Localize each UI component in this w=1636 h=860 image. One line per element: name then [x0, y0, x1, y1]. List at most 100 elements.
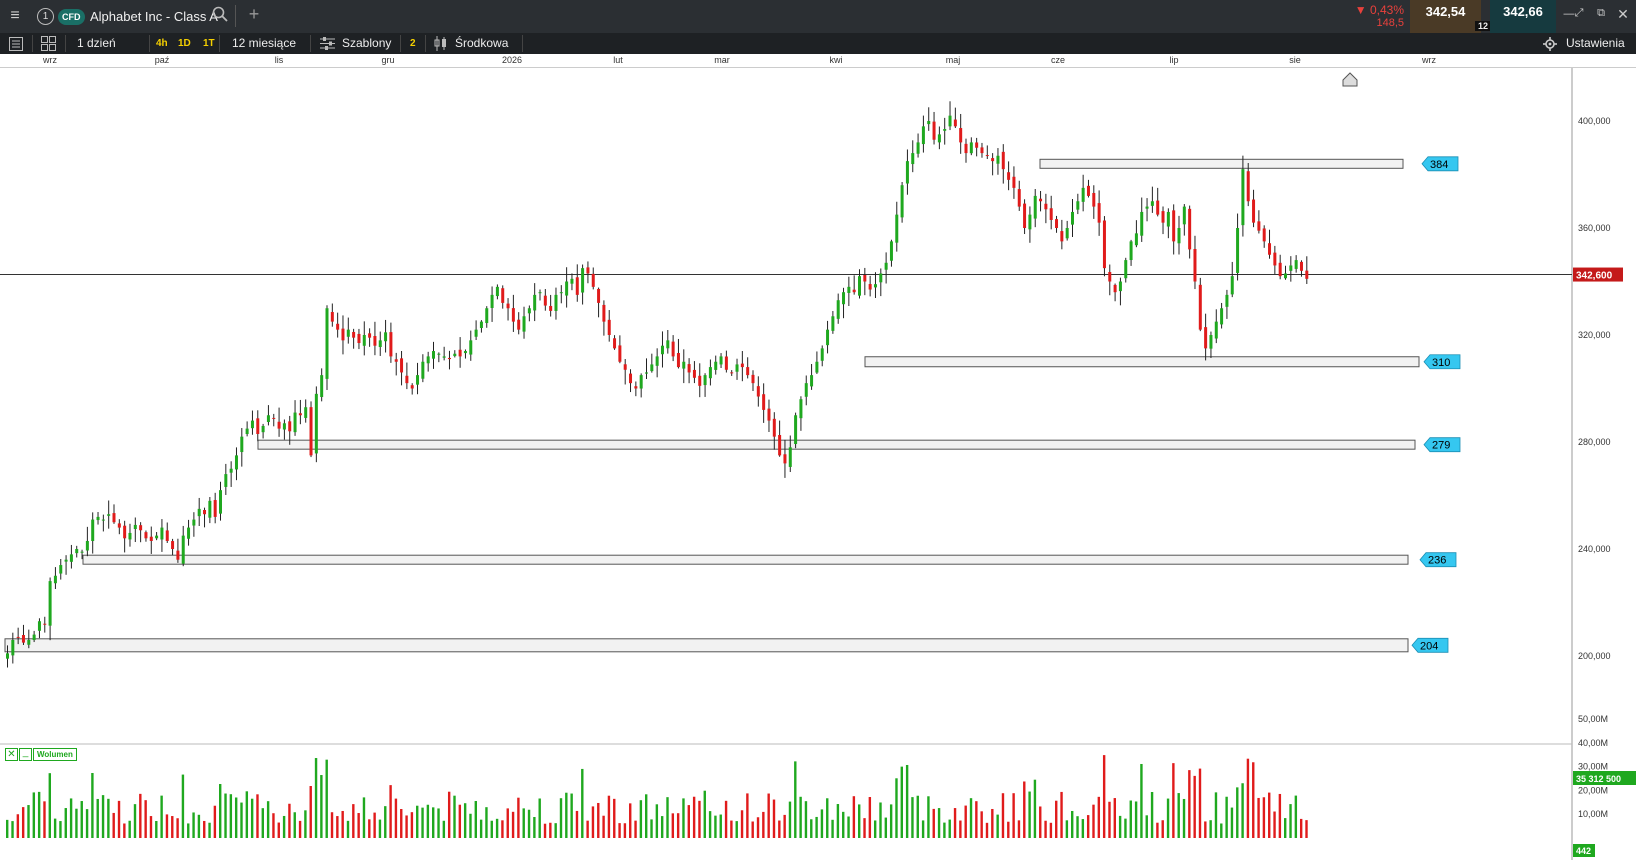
- candle[interactable]: [59, 559, 63, 580]
- period-dropdown[interactable]: 1 dzień: [77, 33, 116, 54]
- range-dropdown[interactable]: 12 miesiące: [232, 33, 296, 54]
- candle[interactable]: [1124, 257, 1128, 283]
- candle[interactable]: [112, 504, 116, 524]
- candle[interactable]: [107, 500, 111, 529]
- candle[interactable]: [650, 353, 654, 373]
- candle[interactable]: [799, 396, 803, 431]
- close-icon[interactable]: ✕: [1616, 6, 1630, 23]
- candle[interactable]: [245, 421, 249, 437]
- candle[interactable]: [1033, 188, 1037, 228]
- candle[interactable]: [964, 138, 968, 163]
- candle[interactable]: [692, 361, 696, 384]
- candle[interactable]: [479, 320, 483, 333]
- candle[interactable]: [447, 350, 451, 370]
- candle[interactable]: [506, 298, 510, 321]
- candle[interactable]: [549, 294, 553, 317]
- candle[interactable]: [277, 407, 281, 437]
- candle[interactable]: [1204, 313, 1208, 361]
- settings-button[interactable]: Ustawienia: [1566, 33, 1625, 54]
- candle[interactable]: [671, 335, 675, 362]
- layout-grid-icon[interactable]: [41, 33, 57, 54]
- candle[interactable]: [1039, 191, 1043, 212]
- candle[interactable]: [810, 363, 814, 390]
- candle[interactable]: [1161, 206, 1165, 235]
- candle[interactable]: [485, 306, 489, 328]
- candle[interactable]: [538, 289, 542, 301]
- level-tag[interactable]: 384: [1421, 156, 1459, 172]
- candle[interactable]: [975, 137, 979, 157]
- candle[interactable]: [639, 373, 643, 398]
- candle[interactable]: [421, 354, 425, 383]
- candle[interactable]: [597, 287, 601, 318]
- candle[interactable]: [1230, 261, 1234, 298]
- add-tab-icon[interactable]: +: [244, 4, 264, 26]
- candle[interactable]: [948, 101, 952, 131]
- candle[interactable]: [687, 358, 691, 384]
- volume-indicator-label[interactable]: Wolumen: [33, 748, 77, 761]
- candle[interactable]: [272, 413, 276, 427]
- popout-icon[interactable]: ⧉: [1594, 7, 1608, 20]
- candle[interactable]: [346, 317, 350, 344]
- candle[interactable]: [607, 310, 611, 342]
- candle[interactable]: [698, 363, 702, 398]
- candle[interactable]: [1012, 166, 1016, 199]
- candle[interactable]: [836, 293, 840, 324]
- candle[interactable]: [1017, 180, 1021, 211]
- candle[interactable]: [1273, 245, 1277, 274]
- level-tag[interactable]: 236: [1419, 552, 1457, 568]
- candle[interactable]: [623, 359, 627, 385]
- candle[interactable]: [730, 370, 734, 376]
- candle[interactable]: [1305, 256, 1309, 284]
- candle[interactable]: [1049, 195, 1053, 230]
- candle[interactable]: [682, 349, 686, 384]
- candle[interactable]: [1198, 277, 1202, 332]
- candle[interactable]: [581, 264, 585, 305]
- candle[interactable]: [953, 107, 957, 129]
- candle[interactable]: [820, 345, 824, 367]
- candle[interactable]: [75, 545, 79, 558]
- candle[interactable]: [1166, 208, 1170, 239]
- candle[interactable]: [591, 267, 595, 290]
- candle[interactable]: [187, 519, 191, 546]
- bid-price-button[interactable]: 342,54: [1410, 0, 1481, 33]
- candle[interactable]: [282, 419, 286, 440]
- candle[interactable]: [842, 287, 846, 319]
- candle[interactable]: [629, 369, 633, 393]
- candle[interactable]: [1081, 174, 1085, 212]
- candle[interactable]: [762, 383, 766, 423]
- minimize-indicator-icon[interactable]: _: [19, 748, 32, 761]
- candle[interactable]: [618, 335, 622, 364]
- candle[interactable]: [889, 239, 893, 267]
- candle[interactable]: [336, 312, 340, 338]
- candle[interactable]: [991, 153, 995, 176]
- candlestick-icon[interactable]: [434, 33, 450, 54]
- candle[interactable]: [394, 352, 398, 376]
- candle[interactable]: [943, 117, 947, 145]
- candle[interactable]: [533, 283, 537, 322]
- candle[interactable]: [1028, 206, 1032, 243]
- candle[interactable]: [458, 337, 462, 368]
- candle[interactable]: [490, 286, 494, 322]
- candle[interactable]: [522, 306, 526, 339]
- candle[interactable]: [192, 512, 196, 537]
- candle[interactable]: [11, 632, 15, 664]
- candle[interactable]: [1177, 215, 1181, 255]
- candle[interactable]: [37, 618, 41, 639]
- candle[interactable]: [1220, 302, 1224, 329]
- candle[interactable]: [1092, 185, 1096, 219]
- candle[interactable]: [724, 350, 728, 373]
- candle[interactable]: [160, 519, 164, 552]
- candle[interactable]: [1225, 289, 1229, 319]
- candle[interactable]: [352, 328, 356, 349]
- candle[interactable]: [203, 507, 207, 528]
- candle[interactable]: [1236, 213, 1240, 281]
- menu-icon[interactable]: ≡: [4, 7, 26, 27]
- candle[interactable]: [181, 525, 185, 567]
- candle[interactable]: [575, 264, 579, 302]
- candle[interactable]: [69, 544, 73, 569]
- candle[interactable]: [1065, 220, 1069, 241]
- support-resistance-zone[interactable]: [1039, 158, 1404, 169]
- candle[interactable]: [1044, 193, 1048, 224]
- candle[interactable]: [357, 328, 361, 350]
- candle[interactable]: [1086, 179, 1090, 198]
